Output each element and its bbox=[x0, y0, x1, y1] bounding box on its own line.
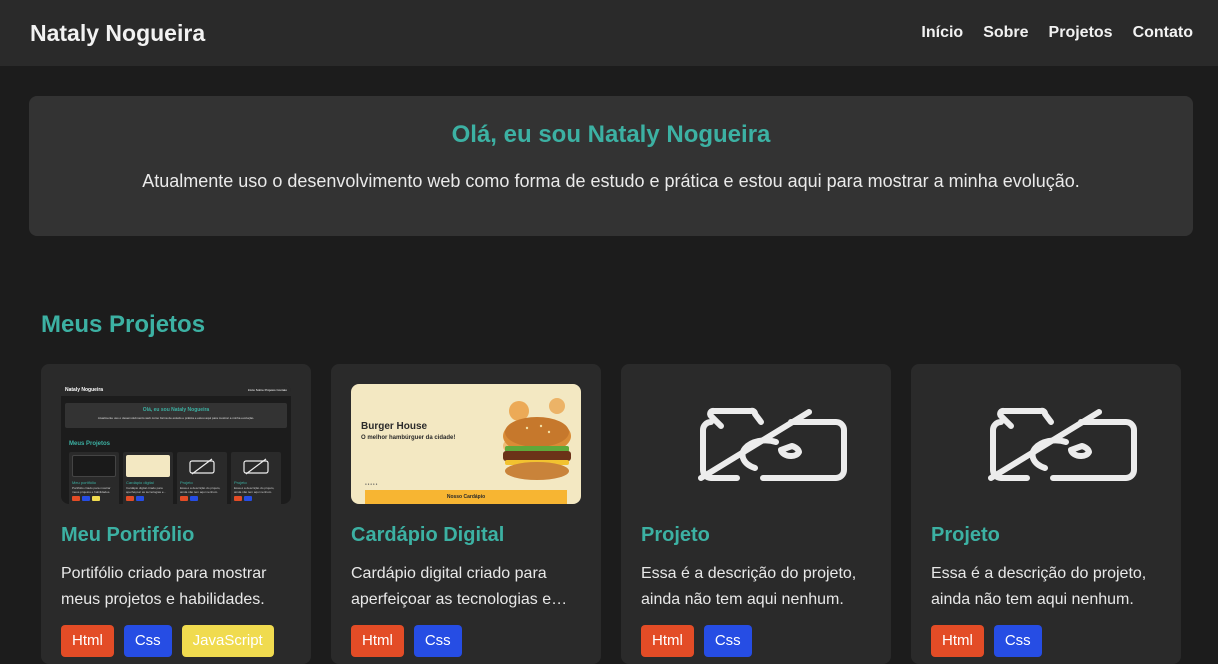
camera-off-icon bbox=[243, 458, 269, 475]
tag-css: Css bbox=[123, 625, 172, 657]
burger-subtitle: O melhor hambúrguer da cidade! bbox=[361, 435, 456, 441]
mini-card-title: Cardápio digital bbox=[126, 480, 154, 485]
project-card-placeholder[interactable]: Projeto Essa é a descrição do projeto, a… bbox=[911, 364, 1181, 664]
site-brand[interactable]: Nataly Nogueira bbox=[30, 20, 205, 47]
mini-tags bbox=[180, 496, 224, 501]
mini-cards: Meu portifólio Portifólio criado para mo… bbox=[69, 452, 281, 504]
mini-card-desc: Essa é a descrição do projeto, ainda não… bbox=[234, 486, 275, 494]
mini-card-desc: Portifólio criado para mostrar meus proj… bbox=[72, 486, 111, 494]
project-title[interactable]: Projeto bbox=[641, 524, 871, 547]
mini-card: Projeto Essa é a descrição do projeto, a… bbox=[177, 452, 227, 504]
nav-link-contato[interactable]: Contato bbox=[1133, 24, 1193, 42]
tech-tags: Html Css JavaScript bbox=[61, 625, 291, 657]
mini-hero-title: Olá, eu sou Nataly Nogueira bbox=[142, 407, 210, 413]
project-thumbnail: Nataly Nogueira Início Sobre Projetos Co… bbox=[61, 384, 291, 504]
top-navbar: Nataly Nogueira Início Sobre Projetos Co… bbox=[0, 0, 1218, 66]
burger-info-line: ● ● ● ● ● bbox=[365, 482, 378, 486]
projects-title: Meus Projetos bbox=[41, 311, 206, 338]
mini-thumb bbox=[72, 455, 116, 477]
tag-css: Css bbox=[703, 625, 752, 657]
burger-image-icon bbox=[503, 398, 571, 480]
mini-card: Cardápio digital Cardápio digital criado… bbox=[123, 452, 173, 504]
project-thumbnail bbox=[641, 384, 871, 504]
camera-off-icon bbox=[698, 407, 847, 481]
portfolio-preview: Nataly Nogueira Início Sobre Projetos Co… bbox=[61, 384, 291, 504]
camera-off-icon bbox=[988, 407, 1137, 481]
mini-card: Projeto Essa é a descrição do projeto, a… bbox=[231, 452, 281, 504]
mini-nav: Início Sobre Projetos Contato bbox=[247, 388, 287, 392]
project-title[interactable]: Projeto bbox=[931, 524, 1161, 547]
project-thumbnail: Burger House O melhor hambúrguer da cida… bbox=[351, 384, 581, 504]
tag-html: Html bbox=[61, 625, 114, 657]
project-title[interactable]: Meu Portifólio bbox=[61, 524, 291, 547]
mini-card-title: Meu portifólio bbox=[72, 480, 97, 485]
mini-section-title: Meus Projetos bbox=[69, 441, 111, 447]
mini-hero-text: Atualmente uso o desenvolvimento web com… bbox=[97, 416, 255, 420]
mini-card: Meu portifólio Portifólio criado para mo… bbox=[69, 452, 119, 504]
mini-card-title: Projeto bbox=[234, 480, 247, 485]
nav-link-projetos[interactable]: Projetos bbox=[1049, 24, 1113, 42]
nav-link-inicio[interactable]: Início bbox=[921, 24, 963, 42]
mini-card-desc: Cardápio digital criado para aperfeiçoar… bbox=[126, 486, 167, 494]
nav-link-sobre[interactable]: Sobre bbox=[983, 24, 1028, 42]
project-card-placeholder[interactable]: Projeto Essa é a descrição do projeto, a… bbox=[621, 364, 891, 664]
mini-thumb bbox=[234, 455, 278, 477]
mini-card-title: Projeto bbox=[180, 480, 193, 485]
mini-navbar: Nataly Nogueira Início Sobre Projetos Co… bbox=[61, 384, 291, 396]
tech-tags: Html Css bbox=[931, 625, 1161, 657]
project-card-cardapio[interactable]: Burger House O melhor hambúrguer da cida… bbox=[331, 364, 601, 664]
projects-grid: Nataly Nogueira Início Sobre Projetos Co… bbox=[41, 364, 1181, 664]
tag-css: Css bbox=[413, 625, 462, 657]
main-nav: Início Sobre Projetos Contato bbox=[921, 24, 1193, 42]
tag-html: Html bbox=[351, 625, 404, 657]
tag-html: Html bbox=[641, 625, 694, 657]
camera-off-icon bbox=[189, 458, 215, 475]
project-description: Portifólio criado para mostrar meus proj… bbox=[61, 565, 267, 608]
tech-tags: Html Css bbox=[641, 625, 871, 657]
mini-tags bbox=[72, 496, 116, 501]
project-description: Essa é a descrição do projeto, ainda não… bbox=[641, 565, 857, 608]
mini-thumb bbox=[126, 455, 170, 477]
tag-html: Html bbox=[931, 625, 984, 657]
hero-section: Olá, eu sou Nataly Nogueira Atualmente u… bbox=[29, 96, 1193, 236]
mini-card-desc: Essa é a descrição do projeto, ainda não… bbox=[180, 486, 221, 494]
tech-tags: Html Css bbox=[351, 625, 581, 657]
burger-preview: Burger House O melhor hambúrguer da cida… bbox=[351, 384, 581, 504]
project-thumbnail bbox=[931, 384, 1161, 504]
hero-title: Olá, eu sou Nataly Nogueira bbox=[451, 121, 771, 148]
project-card-portfolio[interactable]: Nataly Nogueira Início Sobre Projetos Co… bbox=[41, 364, 311, 664]
project-title[interactable]: Cardápio Digital bbox=[351, 524, 581, 547]
burger-menu-bar: Nosso Cardápio bbox=[365, 490, 567, 504]
mini-tags bbox=[126, 496, 170, 501]
mini-hero: Olá, eu sou Nataly Nogueira Atualmente u… bbox=[65, 403, 287, 428]
mini-brand: Nataly Nogueira bbox=[65, 387, 104, 393]
tag-css: Css bbox=[993, 625, 1042, 657]
burger-title: Burger House bbox=[361, 421, 428, 432]
project-description: Essa é a descrição do projeto, ainda não… bbox=[931, 565, 1147, 608]
tag-javascript: JavaScript bbox=[181, 625, 274, 657]
project-description: Cardápio digital criado para aperfeiçoar… bbox=[351, 565, 568, 608]
mini-tags bbox=[234, 496, 278, 501]
mini-thumb bbox=[180, 455, 224, 477]
hero-text: Atualmente uso o desenvolvimento web com… bbox=[142, 171, 1080, 191]
